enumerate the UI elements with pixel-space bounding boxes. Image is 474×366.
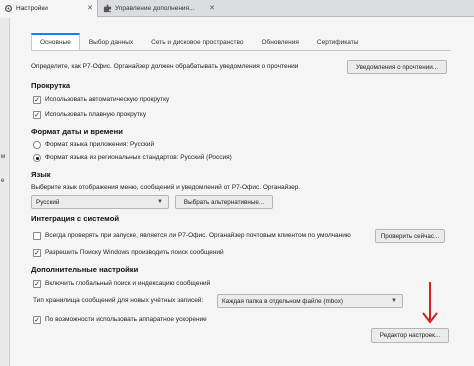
- sidebar: м е: [0, 18, 10, 366]
- gear-icon: [4, 4, 13, 13]
- regional-format-label: Формат языка из региональных стандартов:…: [45, 154, 232, 161]
- auto-scroll-checkbox[interactable]: ✓: [33, 96, 41, 104]
- smooth-scroll-label: Использовать плавную прокрутку: [45, 111, 147, 118]
- check-now-button[interactable]: Проверить сейчас...: [375, 229, 445, 243]
- sidebar-fragment: е: [1, 178, 5, 184]
- hardware-acceleration-label: По возможности использовать аппаратное у…: [45, 316, 207, 323]
- scrolling-header: Прокрутка: [31, 81, 71, 90]
- global-search-label: Включить глобальный поиск и индексацию с…: [45, 280, 211, 287]
- alternative-languages-button[interactable]: Выбрать альтернативные...: [175, 195, 273, 209]
- auto-scroll-label: Использовать автоматическую прокрутку: [45, 96, 170, 103]
- settings-tabs: Основные Выбор данных Сеть и дисковое пр…: [31, 33, 367, 50]
- divider: [31, 50, 451, 51]
- language-select[interactable]: Русский ▼: [31, 195, 169, 209]
- sidebar-fragment: м: [1, 154, 6, 160]
- windows-search-label: Разрешить Поиску Windows производить пои…: [45, 249, 224, 256]
- read-receipts-button[interactable]: Уведомления о прочтении...: [347, 60, 447, 74]
- windows-search-checkbox[interactable]: ✓: [33, 249, 41, 257]
- language-select-value: Русский: [36, 198, 60, 206]
- puzzle-icon: [103, 4, 112, 13]
- app-language-label: Формат языка приложения: Русский: [45, 141, 155, 148]
- default-client-label: Всегда проверять при запуске, является л…: [45, 232, 351, 239]
- store-type-select[interactable]: Каждая папка в отдельном файле (mbox) ▼: [217, 294, 403, 308]
- tab-updates[interactable]: Обновления: [252, 33, 307, 50]
- hardware-acceleration-checkbox[interactable]: ✓: [33, 316, 41, 324]
- integration-header: Интеграция с системой: [31, 214, 120, 223]
- close-icon[interactable]: ✕: [87, 4, 93, 12]
- notifications-text: Определите, как Р7-Офис. Органайзер долж…: [31, 63, 299, 70]
- tab-addons[interactable]: Управление дополнения... ✕: [99, 0, 219, 17]
- tab-certificates[interactable]: Сертификаты: [308, 33, 367, 50]
- close-icon[interactable]: ✕: [209, 4, 215, 12]
- default-client-checkbox[interactable]: [33, 232, 41, 240]
- language-description: Выберите язык отображения меню, сообщени…: [31, 184, 301, 191]
- regional-format-radio[interactable]: [33, 154, 41, 162]
- tab-settings[interactable]: Настройки ✕: [0, 0, 98, 17]
- tab-general[interactable]: Основные: [31, 33, 80, 50]
- language-header: Язык: [31, 170, 51, 179]
- tab-composition[interactable]: Выбор данных: [80, 33, 142, 50]
- tab-settings-label: Настройки: [16, 5, 48, 12]
- annotation-arrow-icon: [422, 282, 438, 324]
- chevron-down-icon: ▼: [157, 199, 163, 205]
- config-editor-button[interactable]: Редактор настроек...: [371, 328, 449, 343]
- datetime-header: Формат даты и времени: [31, 127, 123, 136]
- store-type-label: Тип хранилища сообщений для новых учётны…: [33, 297, 204, 304]
- browser-tab-strip: Настройки ✕ Управление дополнения... ✕: [0, 0, 474, 17]
- tab-network[interactable]: Сеть и дисковое пространство: [142, 33, 252, 50]
- store-type-value: Каждая папка в отдельном файле (mbox): [222, 297, 344, 305]
- tab-addons-label: Управление дополнения...: [115, 5, 195, 12]
- app-language-radio[interactable]: [33, 141, 41, 149]
- chevron-down-icon: ▼: [391, 298, 397, 304]
- smooth-scroll-checkbox[interactable]: ✓: [33, 111, 41, 119]
- advanced-header: Дополнительные настройки: [31, 265, 139, 274]
- global-search-checkbox[interactable]: ✓: [33, 280, 41, 288]
